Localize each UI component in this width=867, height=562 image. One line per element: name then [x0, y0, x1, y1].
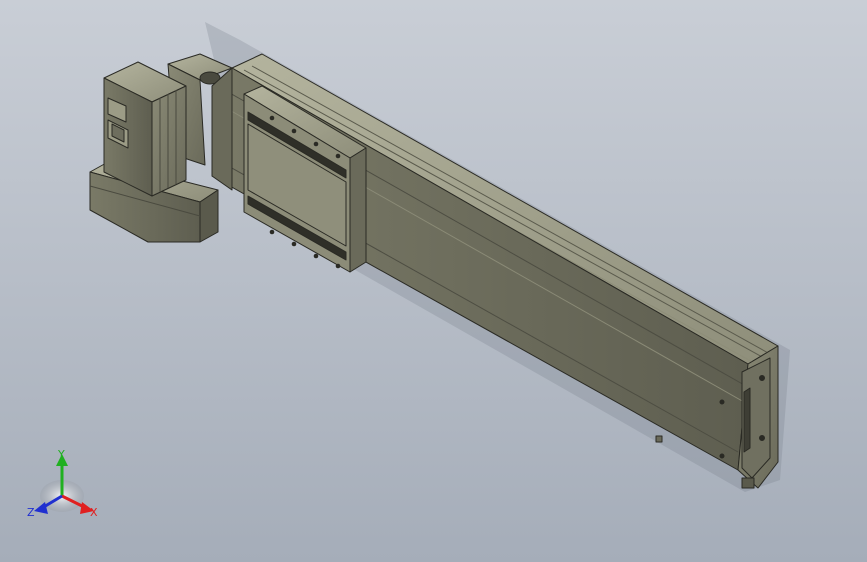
- triad-z-label: Z: [27, 506, 35, 519]
- motor-assembly[interactable]: [89, 53, 233, 243]
- graphics-viewport[interactable]: Y X Z: [0, 0, 867, 562]
- cad-model-view[interactable]: Y X Z: [0, 0, 867, 562]
- view-orientation-triad[interactable]: Y X Z: [27, 448, 98, 519]
- triad-y-label: Y: [57, 448, 65, 461]
- carriage-side: [349, 147, 367, 273]
- triad-x-label: X: [90, 506, 98, 519]
- rail-start-plate: [211, 67, 233, 191]
- motor-side: [151, 85, 187, 197]
